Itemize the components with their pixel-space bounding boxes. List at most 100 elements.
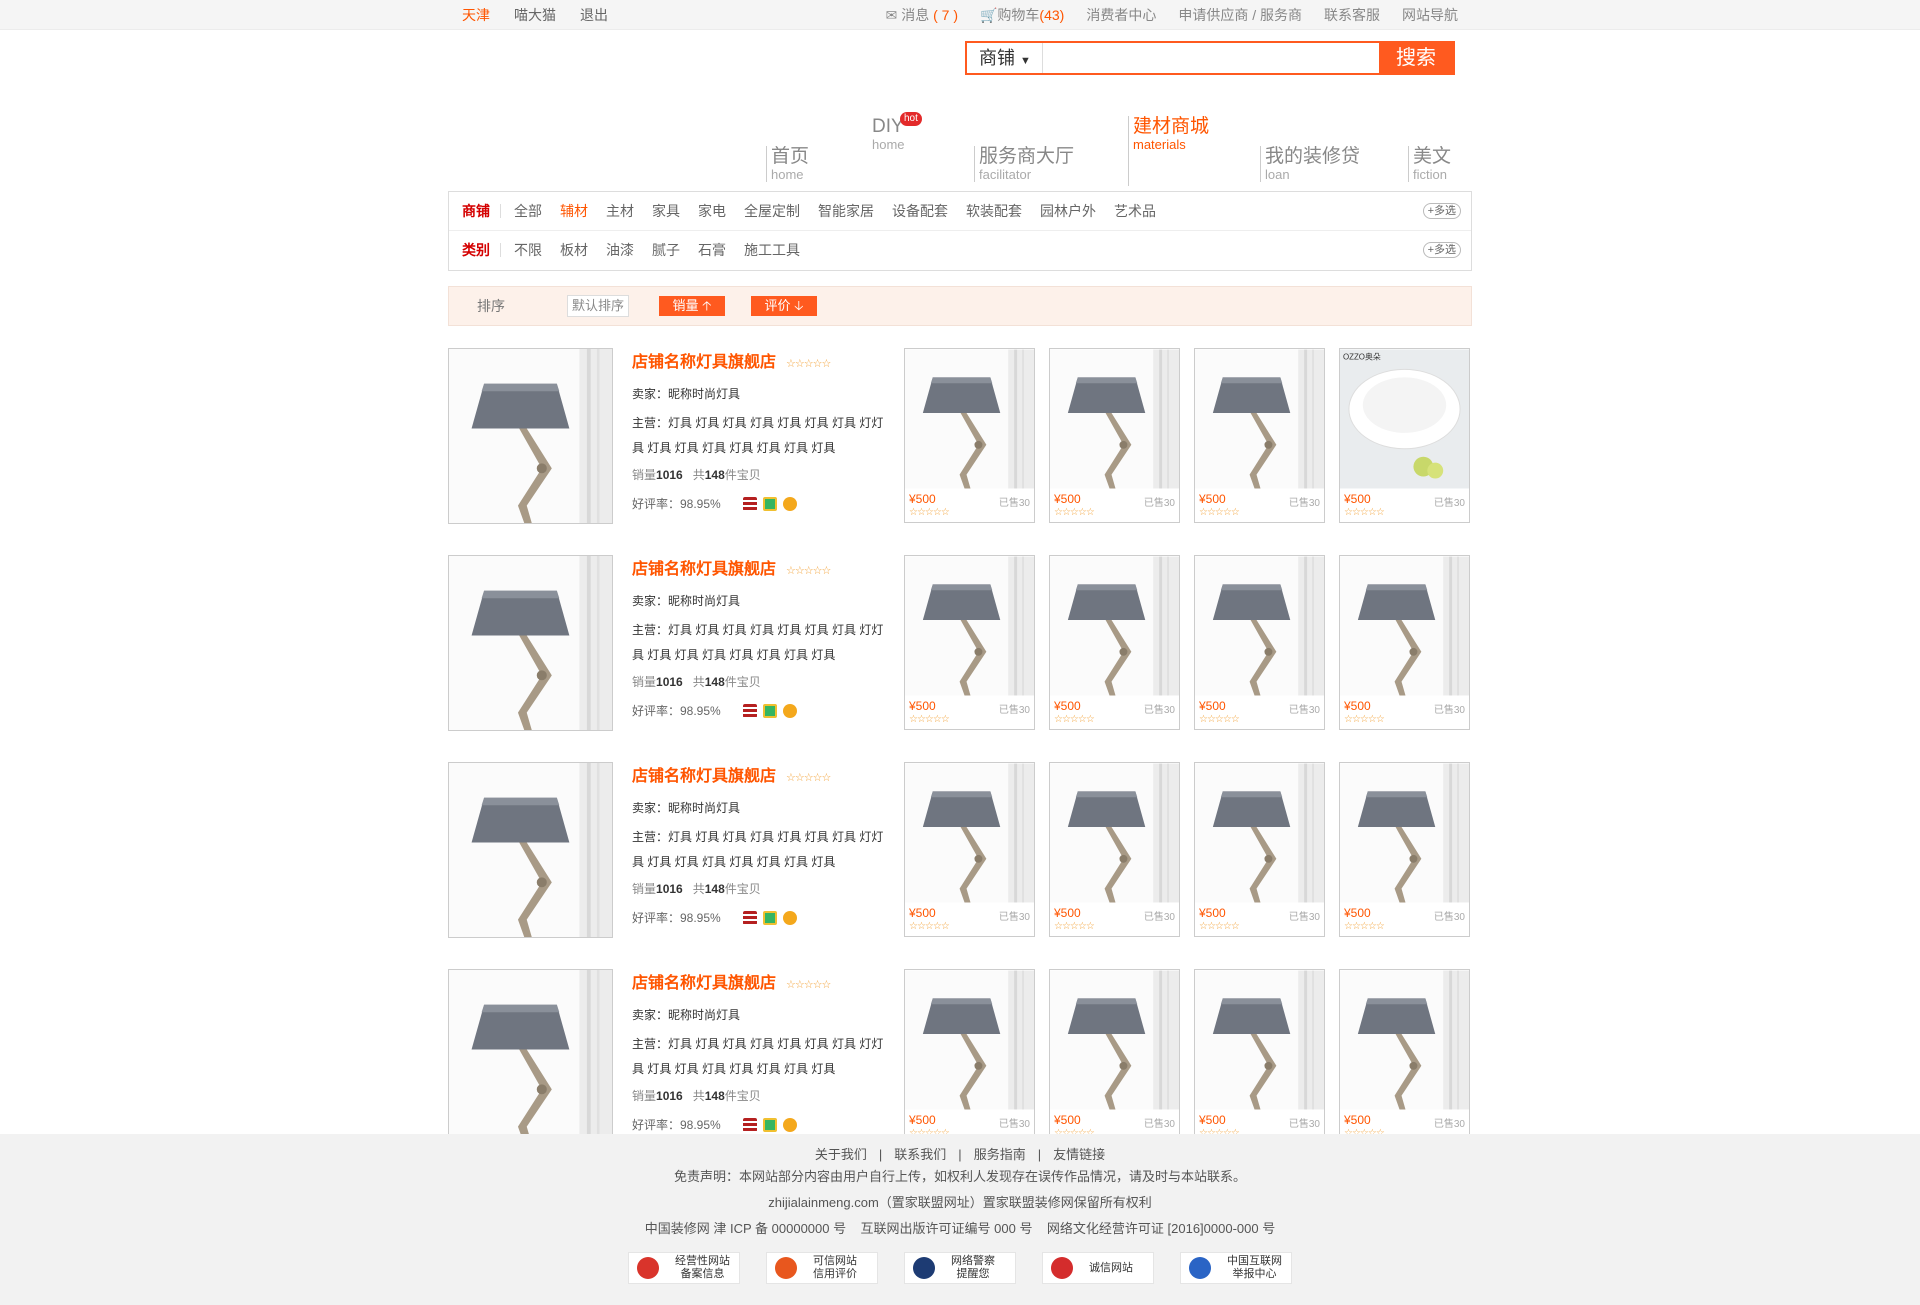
- sort-default-button[interactable]: 默认排序: [567, 295, 630, 317]
- shop-name[interactable]: 店铺名称灯具旗舰店: [632, 354, 776, 371]
- product-image[interactable]: [1195, 763, 1324, 903]
- shop-image[interactable]: [448, 762, 613, 938]
- sort-rating-button[interactable]: 评价 🡣: [751, 296, 818, 316]
- filter-category-item-4[interactable]: 石膏: [698, 240, 726, 260]
- shop-name[interactable]: 店铺名称灯具旗舰店: [632, 561, 776, 578]
- nav-home[interactable]: 首页 home: [766, 146, 809, 182]
- shop-row: 店铺名称灯具旗舰店 ☆☆☆☆☆ 卖家：昵称时尚灯具 主营：灯具 灯具 灯具 灯具 灯具…: [448, 348, 1472, 555]
- sales-label: 销量: [632, 468, 657, 482]
- product-image[interactable]: [1050, 349, 1179, 489]
- messages-link[interactable]: ✉ 消息 ( 7 ): [886, 0, 958, 30]
- shop-image[interactable]: [448, 555, 613, 731]
- filter-shop-item-9[interactable]: 园林户外: [1040, 201, 1096, 221]
- product-image[interactable]: [1050, 763, 1179, 903]
- total-unit: 件宝贝: [724, 1089, 761, 1103]
- product-image[interactable]: [1050, 970, 1179, 1110]
- shop-business: 主营：灯具 灯具 灯具 灯具 灯具 灯具 灯具 灯灯具 灯具 灯具 灯具 灯具 …: [632, 623, 884, 662]
- search-button[interactable]: 搜索: [1379, 43, 1453, 73]
- product-image[interactable]: [1195, 970, 1324, 1110]
- filter-category-item-1[interactable]: 板材: [560, 240, 588, 260]
- product-sold: 已售30: [1143, 705, 1175, 716]
- logout-link[interactable]: 退出: [580, 0, 608, 30]
- filter-shop-item-8[interactable]: 软装配套: [966, 201, 1022, 221]
- shop-name[interactable]: 店铺名称灯具旗舰店: [632, 768, 776, 785]
- nav-fiction[interactable]: 美文 fiction: [1408, 146, 1451, 182]
- nav-diy[interactable]: hot DIY home: [868, 112, 922, 152]
- multi-select-button[interactable]: +多选: [1422, 203, 1461, 219]
- shop-name[interactable]: 店铺名称灯具旗舰店: [632, 975, 776, 992]
- filter-category-item-5[interactable]: 施工工具: [744, 240, 800, 260]
- footer-badge[interactable]: 中国互联网 举报中心: [1180, 1252, 1292, 1284]
- product-image[interactable]: [1340, 970, 1469, 1110]
- product-card[interactable]: ¥500已售30☆☆☆☆☆: [1339, 969, 1470, 1144]
- product-image[interactable]: [905, 556, 1034, 696]
- filter-category-item-3[interactable]: 腻子: [652, 240, 680, 260]
- product-card[interactable]: ¥500已售30☆☆☆☆☆: [904, 348, 1035, 523]
- product-image[interactable]: [1340, 556, 1469, 696]
- product-card[interactable]: ¥500已售30☆☆☆☆☆: [904, 555, 1035, 730]
- product-card[interactable]: ¥500已售30☆☆☆☆☆: [1049, 555, 1180, 730]
- product-card[interactable]: ¥500已售30☆☆☆☆☆: [1194, 762, 1325, 937]
- product-card[interactable]: ¥500已售30☆☆☆☆☆: [1049, 969, 1180, 1144]
- product-card[interactable]: ¥500已售30☆☆☆☆☆: [1339, 555, 1470, 730]
- nav-loan[interactable]: 我的装修贷 loan: [1260, 146, 1360, 182]
- search-scope-select[interactable]: 商铺 ▼: [967, 43, 1043, 73]
- product-image[interactable]: [905, 970, 1034, 1110]
- filter-shop-item-6[interactable]: 智能家居: [818, 201, 874, 221]
- product-price: ¥500: [1199, 492, 1226, 506]
- footer-link[interactable]: 服务指南: [974, 1147, 1026, 1162]
- product-card[interactable]: ¥500已售30☆☆☆☆☆: [1049, 348, 1180, 523]
- product-image[interactable]: OZZO奥朵: [1340, 349, 1469, 489]
- filter-shop-item-2[interactable]: 主材: [606, 201, 634, 221]
- footer-link[interactable]: 友情链接: [1053, 1147, 1105, 1162]
- product-image[interactable]: [1195, 349, 1324, 489]
- product-card[interactable]: ¥500已售30☆☆☆☆☆: [1194, 348, 1325, 523]
- footer-badge[interactable]: 诚信网站: [1042, 1252, 1154, 1284]
- product-image[interactable]: [905, 763, 1034, 903]
- filter-shop-item-10[interactable]: 艺术品: [1114, 201, 1156, 221]
- product-card[interactable]: ¥500已售30☆☆☆☆☆: [904, 762, 1035, 937]
- shop-image[interactable]: [448, 348, 613, 524]
- footer-badge[interactable]: 可信网站 信用评价: [766, 1252, 878, 1284]
- search-input[interactable]: [1043, 43, 1379, 73]
- cart-link[interactable]: 🛒购物车(43): [980, 0, 1064, 30]
- filter-shop-item-7[interactable]: 设备配套: [892, 201, 948, 221]
- product-stars: ☆☆☆☆☆: [1054, 507, 1095, 518]
- filter-shop-item-1[interactable]: 辅材: [560, 201, 588, 221]
- filter-shop-item-4[interactable]: 家电: [698, 201, 726, 221]
- footer-link[interactable]: 关于我们: [815, 1147, 867, 1162]
- username-link[interactable]: 喵大猫: [514, 0, 556, 30]
- product-card[interactable]: OZZO奥朵 ¥500 已售30 ☆☆☆☆☆: [1339, 348, 1470, 523]
- filter-category-item-0[interactable]: 不限: [514, 240, 542, 260]
- filter-shop-item-5[interactable]: 全屋定制: [744, 201, 800, 221]
- nav-materials[interactable]: 建材商城 materials: [1128, 116, 1209, 186]
- product-card[interactable]: ¥500已售30☆☆☆☆☆: [1194, 555, 1325, 730]
- product-image[interactable]: [1340, 763, 1469, 903]
- site-nav-link[interactable]: 网站导航: [1402, 0, 1458, 30]
- sort-sales-button[interactable]: 销量 🡡: [659, 296, 726, 316]
- certified-icon: [762, 497, 777, 511]
- footer-link[interactable]: 联系我们: [894, 1147, 946, 1162]
- product-card[interactable]: ¥500已售30☆☆☆☆☆: [1339, 762, 1470, 937]
- filter-shop-item-0[interactable]: 全部: [514, 201, 542, 221]
- product-image[interactable]: [1195, 556, 1324, 696]
- badge-icon: [1051, 1257, 1073, 1279]
- shop-image[interactable]: [448, 969, 613, 1145]
- product-card[interactable]: ¥500已售30☆☆☆☆☆: [904, 969, 1035, 1144]
- footer-badge[interactable]: 经营性网站 备案信息: [628, 1252, 740, 1284]
- nav-service[interactable]: 服务商大厅 facilitator: [974, 146, 1074, 182]
- city-selector[interactable]: 天津: [462, 0, 490, 30]
- filter-category-item-2[interactable]: 油漆: [606, 240, 634, 260]
- footer-badge[interactable]: 网络警察 提醒您: [904, 1252, 1016, 1284]
- consumer-center-link[interactable]: 消费者中心: [1086, 0, 1156, 30]
- contact-service-link[interactable]: 联系客服: [1324, 0, 1380, 30]
- product-card[interactable]: ¥500已售30☆☆☆☆☆: [1049, 762, 1180, 937]
- footer-disclaimer: 免责声明：本网站部分内容由用户自行上传，如权利人发现存在误传作品情况，请及时与本…: [673, 1169, 1246, 1184]
- product-image[interactable]: [1050, 556, 1179, 696]
- filter-shop-item-3[interactable]: 家具: [652, 201, 680, 221]
- product-card[interactable]: ¥500已售30☆☆☆☆☆: [1194, 969, 1325, 1144]
- shop-sales: 销量1016 共148件宝贝: [632, 1082, 892, 1110]
- multi-select-button[interactable]: +多选: [1422, 242, 1461, 258]
- product-image[interactable]: [905, 349, 1034, 489]
- apply-supplier-link[interactable]: 申请供应商 / 服务商: [1178, 0, 1302, 30]
